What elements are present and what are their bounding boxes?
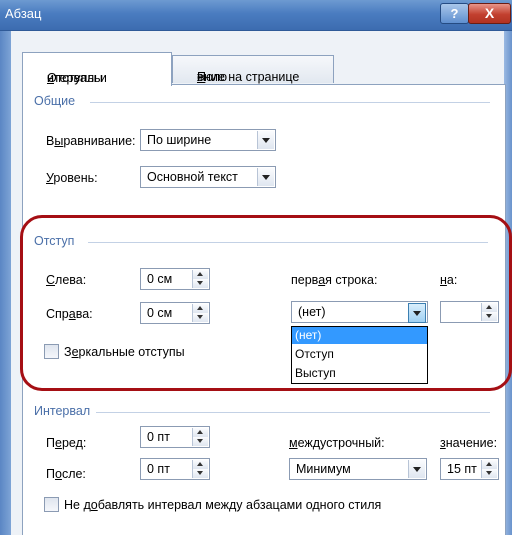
no-space-same-style-label: Не добавлять интервал между абзацами одн… bbox=[64, 498, 382, 512]
line-spacing-label: междустрочный: bbox=[289, 436, 385, 450]
indent-by-spinner bbox=[481, 303, 497, 321]
close-button[interactable]: X bbox=[468, 3, 511, 24]
first-line-option-none[interactable]: (нет) bbox=[292, 327, 427, 344]
spacing-before-spinner bbox=[192, 428, 208, 446]
first-line-option-hanging[interactable]: Выступ bbox=[292, 365, 427, 382]
level-dropdown-arrow-icon[interactable] bbox=[257, 168, 274, 186]
indent-right-down-arrow-icon[interactable] bbox=[193, 313, 208, 322]
indent-left-field[interactable]: 0 см bbox=[140, 268, 210, 290]
tab-page-position[interactable]: Поло ж ение на странице bbox=[172, 55, 334, 84]
spacing-amount-spinner bbox=[481, 460, 497, 478]
spacing-before-value: 0 пт bbox=[147, 430, 170, 444]
spacing-section-line bbox=[96, 412, 490, 413]
indent-left-value: 0 см bbox=[147, 272, 173, 286]
spacing-before-label: Перед: bbox=[46, 436, 87, 450]
spacing-amount-value: 15 пт bbox=[447, 462, 477, 476]
spacing-after-value: 0 пт bbox=[147, 462, 170, 476]
first-line-dropdown-arrow-icon[interactable] bbox=[408, 303, 426, 323]
title-bar[interactable]: Абзац ? X bbox=[0, 0, 512, 31]
level-select[interactable]: Основной текст bbox=[140, 166, 276, 188]
first-line-value: (нет) bbox=[298, 305, 326, 319]
tab-indents-spacing[interactable]: Отступы и и нтервалы bbox=[22, 52, 172, 86]
indent-right-spinner bbox=[192, 304, 208, 322]
indent-right-field[interactable]: 0 см bbox=[140, 302, 210, 324]
line-spacing-dropdown-arrow-icon[interactable] bbox=[408, 460, 425, 478]
indent-right-label: Справа: bbox=[46, 307, 93, 321]
spacing-before-field[interactable]: 0 пт bbox=[140, 426, 210, 448]
spacing-after-field[interactable]: 0 пт bbox=[140, 458, 210, 480]
indent-left-down-arrow-icon[interactable] bbox=[193, 279, 208, 288]
indent-right-value: 0 см bbox=[147, 306, 173, 320]
level-label: Уровень: bbox=[46, 171, 98, 185]
spacing-after-down-arrow-icon[interactable] bbox=[193, 469, 208, 478]
first-line-label: первая строка: bbox=[291, 273, 378, 287]
indent-left-label: Слева: bbox=[46, 273, 87, 287]
indent-by-field[interactable] bbox=[440, 301, 499, 323]
spacing-section-title: Интервал bbox=[34, 404, 96, 418]
mirror-indents-label: Зеркальные отступы bbox=[64, 345, 185, 359]
general-section-title: Общие bbox=[34, 94, 81, 108]
spacing-amount-down-arrow-icon[interactable] bbox=[482, 469, 497, 478]
paragraph-dialog: Абзац ? X Отступы и и нтервалы Поло ж ение … bbox=[0, 0, 512, 535]
spacing-amount-field[interactable]: 15 пт bbox=[440, 458, 499, 480]
first-line-option-indent[interactable]: Отступ bbox=[292, 346, 427, 363]
first-line-options-list: (нет) Отступ Выступ bbox=[291, 326, 428, 384]
close-icon: X bbox=[484, 5, 495, 21]
alignment-value: По ширине bbox=[147, 133, 212, 147]
indent-left-spinner bbox=[192, 270, 208, 288]
tab-panel bbox=[22, 84, 506, 535]
level-value: Основной текст bbox=[147, 170, 238, 184]
indent-by-down-arrow-icon[interactable] bbox=[482, 312, 497, 321]
first-line-select[interactable]: (нет) bbox=[291, 301, 428, 323]
line-spacing-select[interactable]: Минимум bbox=[289, 458, 427, 480]
alignment-dropdown-arrow-icon[interactable] bbox=[257, 131, 274, 149]
window-title: Абзац bbox=[5, 6, 42, 21]
alignment-select[interactable]: По ширине bbox=[140, 129, 276, 151]
general-section-line bbox=[90, 102, 490, 103]
spacing-after-label: После: bbox=[46, 467, 86, 481]
spacing-before-down-arrow-icon[interactable] bbox=[193, 437, 208, 446]
help-icon: ? bbox=[450, 6, 459, 21]
alignment-label: Выравнивание: bbox=[46, 134, 136, 148]
line-spacing-value: Минимум bbox=[296, 462, 351, 476]
window-frame-left bbox=[0, 31, 11, 535]
indent-section-title: Отступ bbox=[34, 234, 80, 248]
spacing-amount-label: значение: bbox=[440, 436, 498, 450]
spacing-after-spinner bbox=[192, 460, 208, 478]
help-button[interactable]: ? bbox=[440, 3, 469, 24]
indent-section-line bbox=[88, 242, 488, 243]
no-space-same-style-checkbox[interactable] bbox=[44, 497, 59, 512]
indent-by-label: на: bbox=[440, 273, 458, 287]
mirror-indents-checkbox[interactable] bbox=[44, 344, 59, 359]
